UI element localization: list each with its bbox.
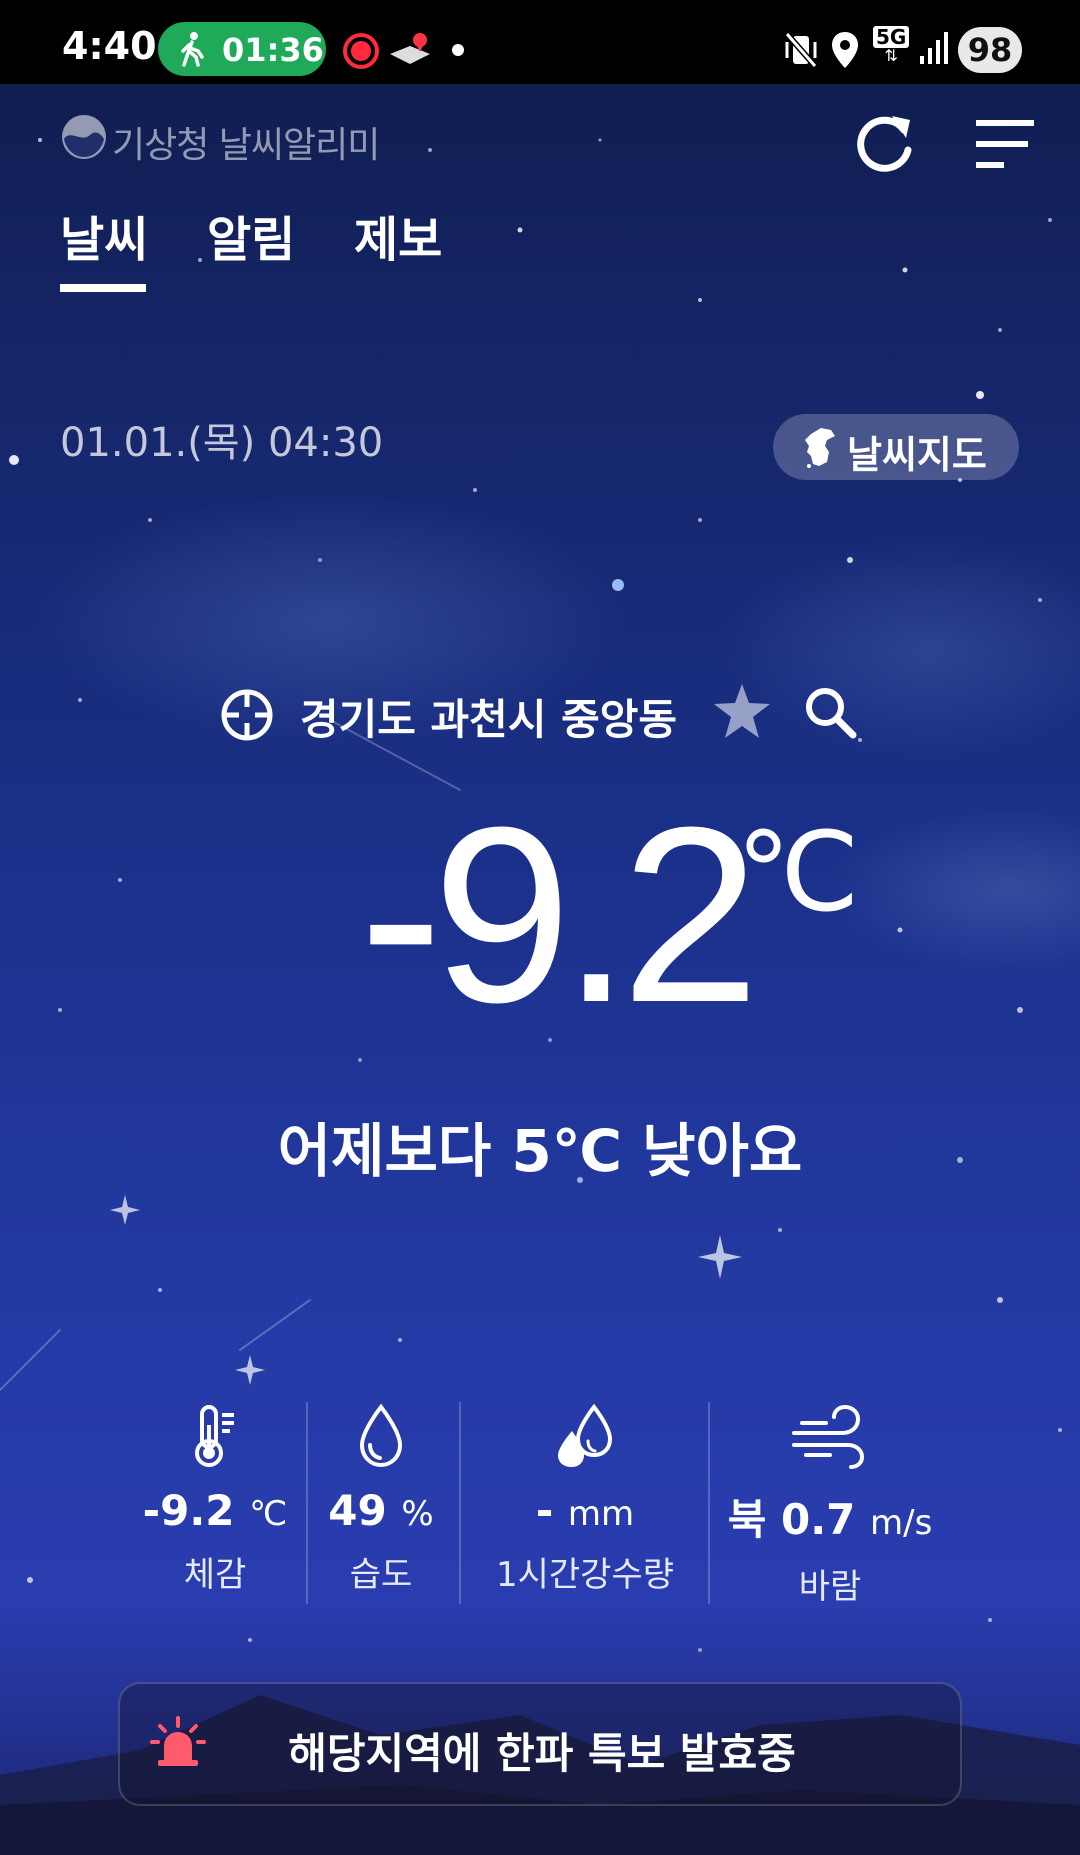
thermometer-icon [195,1405,234,1467]
battery-indicator: 98 [958,27,1022,73]
network-label: 5G [873,26,910,48]
yesterday-comparison: 어제보다 5℃ 낮아요 [277,1117,803,1185]
screen-record-icon [343,33,379,69]
active-tab-indicator [60,284,146,292]
current-location-icon[interactable] [219,687,275,743]
activity-timer-pill[interactable]: 01:36 [158,22,326,76]
weather-map-button[interactable]: 날씨지도 [773,414,1019,480]
alert-text: 해당지역에 한파 특보 발효중 [288,1729,796,1778]
precipitation-stat: - mm 1시간강수량 [470,1400,700,1596]
weather-map-label: 날씨지도 [847,433,987,477]
location-row: 경기도 과천시 중앙동 [0,682,1080,744]
menu-button[interactable] [976,118,1034,170]
humidity-value: 49 [328,1486,387,1535]
wind-unit: m/s [870,1503,933,1543]
feels-like-stat: -9.2 ℃ 체감 [130,1400,300,1596]
humidity-unit: % [401,1494,434,1534]
stat-divider [459,1402,461,1604]
location-name[interactable]: 경기도 과천시 중앙동 [300,686,677,747]
precipitation-value: - [535,1486,554,1535]
feels-like-label: 체감 [183,1555,247,1595]
vibrate-off-icon [784,32,818,68]
current-temperature: -9.2 [359,775,760,1054]
activity-timer-text: 01:36 [222,31,324,69]
tab-weather[interactable]: 날씨 [60,200,148,270]
favorite-star-icon[interactable] [712,682,772,740]
humidity-label: 습도 [349,1555,413,1595]
precipitation-unit: mm [567,1494,635,1534]
humidity-stat: 49 % 습도 [316,1400,446,1596]
korea-map-icon [805,428,835,468]
status-bar: 4:40 01:36 5G ⇅ 98 [0,0,1080,84]
signal-strength-icon [920,32,948,64]
location-icon [832,32,858,68]
observation-datetime: 01.01.(목) 04:30 [60,420,384,466]
temperature-unit: ℃ [736,811,860,934]
network-5g-icon: 5G ⇅ [873,26,910,64]
kma-logo-icon [62,115,106,159]
wind-label: 바람 [798,1567,862,1607]
humidity-drop-icon [359,1403,403,1468]
feels-like-value: -9.2 [142,1486,235,1535]
walking-icon [181,32,204,67]
status-time: 4:40 [62,24,157,68]
cold-wave-alert-banner[interactable]: 해당지역에 한파 특보 발효중 [118,1682,962,1806]
app-title: 기상청 날씨알리미 [112,125,380,166]
map-notification-icon [390,33,430,64]
refresh-button[interactable] [852,110,918,176]
search-icon[interactable] [803,685,857,739]
feels-like-unit: ℃ [249,1494,288,1534]
tab-report[interactable]: 제보 [354,200,442,270]
wind-icon [792,1404,865,1469]
stat-divider [708,1402,710,1604]
precipitation-label: 1시간강수량 [495,1555,675,1595]
notification-dot [452,44,464,56]
wind-stat: 북 0.7 m/s 바람 [720,1400,940,1608]
stat-divider [306,1402,308,1604]
rain-drops-icon [558,1403,613,1467]
tab-alerts[interactable]: 알림 [207,200,295,270]
wind-value: 북 0.7 [727,1495,856,1544]
